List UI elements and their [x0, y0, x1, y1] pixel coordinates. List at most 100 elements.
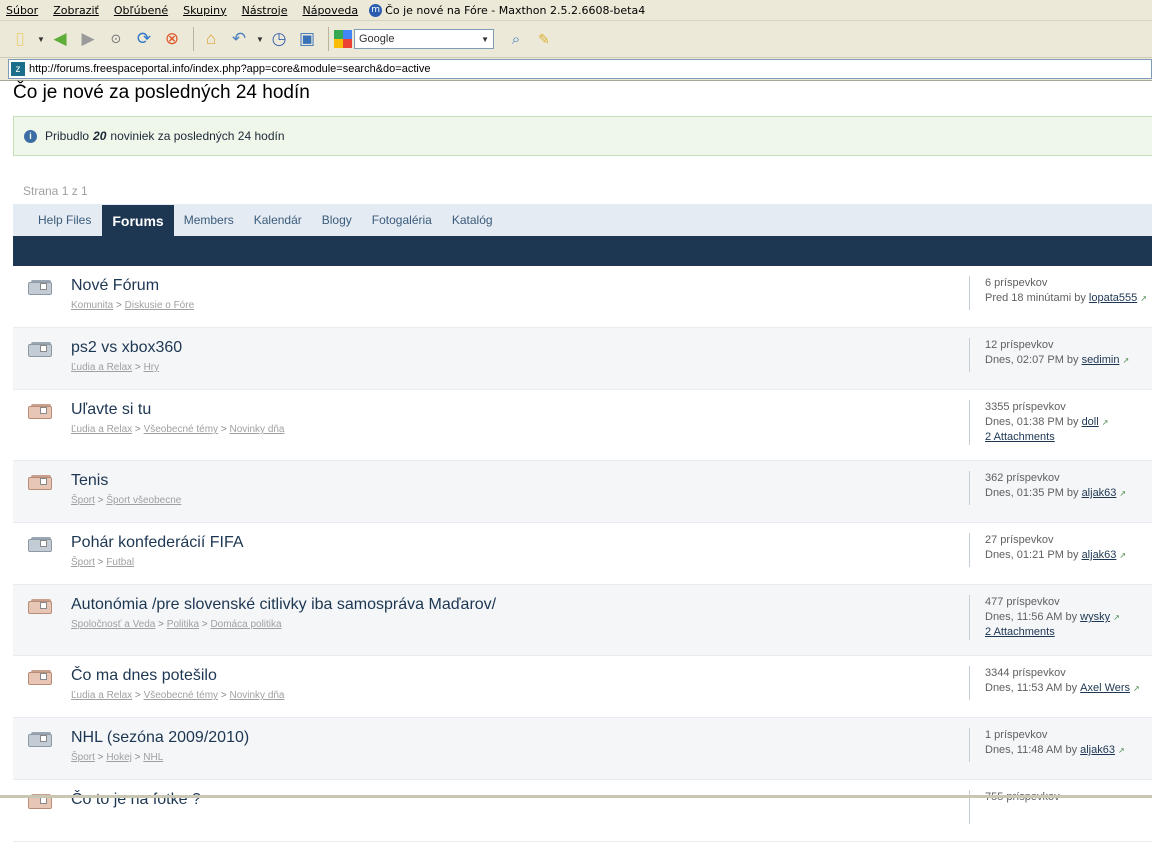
breadcrumb-link[interactable]: Novinky dňa [229, 424, 284, 435]
menu-view[interactable]: Zobraziť [53, 4, 99, 17]
post-count: 477 príspevkov [985, 596, 1060, 608]
window-title-text: Čo je nové na Fóre - Maxthon 2.5.2.6608-… [385, 3, 646, 17]
back-icon[interactable]: ◀ [48, 27, 72, 51]
menu-favorites[interactable]: Obľúbené [114, 4, 168, 17]
history-dropdown-icon[interactable]: ⊙ [104, 27, 128, 51]
last-post: Dnes, 01:38 PM by doll ↗ [985, 415, 1108, 430]
hot-topic-icon [28, 404, 52, 419]
breadcrumb-link[interactable]: Politika [167, 619, 199, 630]
highlight-icon[interactable]: ✎ [532, 27, 556, 51]
info-suffix: noviniek za posledných 24 hodín [110, 129, 285, 143]
topic-stats: 12 príspevkov Dnes, 02:07 PM by sedimin ↗ [969, 338, 1129, 372]
last-post: Dnes, 02:07 PM by sedimin ↗ [985, 353, 1129, 368]
address-input[interactable]: z http://forums.freespaceportal.info/ind… [8, 59, 1152, 79]
breadcrumb-link[interactable]: Spoločnosť a Veda [71, 619, 155, 630]
profile-popup-icon[interactable]: ↗ [1140, 294, 1147, 303]
breadcrumb-link[interactable]: Všeobecné témy [144, 424, 219, 435]
last-poster-link[interactable]: aljak63 [1082, 487, 1117, 499]
refresh-icon[interactable]: ⟳ [132, 27, 156, 51]
new-tab-icon[interactable]: ▯ [8, 27, 32, 51]
menu-bar: Súbor Zobraziť Obľúbené Skupiny Nástroje… [0, 0, 1152, 21]
tab-catalog[interactable]: Katalóg [442, 213, 503, 236]
attachments-link[interactable]: 2 Attachments [985, 625, 1120, 640]
forward-icon[interactable]: ▶ [76, 27, 100, 51]
topic-title-link[interactable]: Nové Fórum [71, 277, 159, 295]
menu-tools[interactable]: Nástroje [242, 4, 288, 17]
last-poster-link[interactable]: aljak63 [1082, 549, 1117, 561]
topic-stats: 27 príspevkov Dnes, 01:21 PM by aljak63 ↗ [969, 533, 1126, 567]
tab-members[interactable]: Members [174, 213, 244, 236]
google-logo-icon[interactable] [334, 30, 352, 48]
new-tab-dropdown-icon[interactable]: ▼ [36, 27, 46, 51]
breadcrumb-link[interactable]: Ľudia a Relax [71, 362, 132, 373]
search-icon[interactable]: ⌕ [504, 27, 528, 51]
tab-forums[interactable]: Forums [102, 205, 174, 236]
breadcrumb-link[interactable]: NHL [143, 752, 163, 763]
tab-calendar[interactable]: Kalendár [244, 213, 312, 236]
last-poster-link[interactable]: Axel Wers [1080, 682, 1130, 694]
topic-title-link[interactable]: Čo ma dnes potešilo [71, 667, 217, 685]
profile-popup-icon[interactable]: ↗ [1133, 684, 1140, 693]
topic-icon [28, 537, 52, 552]
breadcrumb-link[interactable]: Všeobecné témy [144, 690, 219, 701]
breadcrumb-link[interactable]: Ľudia a Relax [71, 690, 132, 701]
topic-breadcrumb: Šport > Šport všeobecne [71, 495, 182, 506]
menu-help[interactable]: Nápoveda [302, 4, 358, 17]
screen-capture-icon[interactable]: ▣ [295, 27, 319, 51]
topic-row: Pohár konfederácií FIFA Šport > Futbal 27 … [13, 523, 1152, 585]
topic-stats: 1 príspevkov Dnes, 11:48 AM by aljak63 ↗ [969, 728, 1125, 762]
topic-title-link[interactable]: Autonómia /pre slovenské citlivky iba sa… [71, 596, 496, 614]
topic-title-link[interactable]: Čo to je na fotke ? [71, 791, 201, 809]
menu-file[interactable]: Súbor [6, 4, 38, 17]
post-count: 3355 príspevkov [985, 401, 1066, 413]
menu-groups[interactable]: Skupiny [183, 4, 227, 17]
last-post: Dnes, 01:21 PM by aljak63 ↗ [985, 548, 1126, 563]
topic-list: Nové Fórum Komunita > Diskusie o Fóre 6 pr… [13, 266, 1152, 842]
topic-title-link[interactable]: NHL (sezóna 2009/2010) [71, 729, 249, 747]
last-poster-link[interactable]: aljak63 [1080, 744, 1115, 756]
breadcrumb-link[interactable]: Hry [144, 362, 160, 373]
maxthon-logo-icon: m [369, 3, 383, 17]
last-poster-link[interactable]: sedimin [1082, 354, 1120, 366]
last-poster-link[interactable]: lopata555 [1089, 292, 1137, 304]
profile-popup-icon[interactable]: ↗ [1119, 489, 1126, 498]
profile-popup-icon[interactable]: ↗ [1102, 418, 1109, 427]
breadcrumb-link[interactable]: Ľudia a Relax [71, 424, 132, 435]
profile-popup-icon[interactable]: ↗ [1113, 613, 1120, 622]
breadcrumb-link[interactable]: Domáca politika [210, 619, 281, 630]
breadcrumb-link[interactable]: Diskusie o Fóre [125, 300, 194, 311]
topic-stats: 6 príspevkov Pred 18 minútami by lopata555… [969, 276, 1147, 310]
attachments-link[interactable]: 2 Attachments [985, 430, 1108, 445]
breadcrumb-link[interactable]: Novinky dňa [229, 690, 284, 701]
undo-close-icon[interactable]: ↶ [227, 27, 251, 51]
breadcrumb-link[interactable]: Šport [71, 752, 95, 763]
topic-title-link[interactable]: Pohár konfederácií FIFA [71, 534, 244, 552]
profile-popup-icon[interactable]: ↗ [1118, 746, 1125, 755]
breadcrumb-link[interactable]: Šport [71, 557, 95, 568]
tab-help-files[interactable]: Help Files [13, 213, 101, 236]
breadcrumb-link[interactable]: Hokej [106, 752, 132, 763]
home-icon[interactable]: ⌂ [199, 27, 223, 51]
breadcrumb-link[interactable]: Komunita [71, 300, 113, 311]
undo-dropdown-icon[interactable]: ▼ [255, 27, 265, 51]
topic-title-link[interactable]: Uľavte si tu [71, 401, 151, 419]
last-post-time: Dnes, 11:53 AM by [985, 682, 1078, 694]
breadcrumb-link[interactable]: Futbal [106, 557, 134, 568]
breadcrumb-link[interactable]: Šport všeobecne [106, 495, 181, 506]
profile-popup-icon[interactable]: ↗ [1119, 551, 1126, 560]
search-engine-select[interactable]: Google ▼ [354, 29, 494, 49]
topic-icon [28, 342, 52, 357]
profile-popup-icon[interactable]: ↗ [1122, 356, 1129, 365]
topic-row: NHL (sezóna 2009/2010) Šport > Hokej > NH… [13, 718, 1152, 780]
topic-row: Nové Fórum Komunita > Diskusie o Fóre 6 pr… [13, 266, 1152, 328]
stop-icon[interactable]: ⊗ [160, 27, 184, 51]
last-poster-link[interactable]: wysky [1080, 611, 1110, 623]
last-poster-link[interactable]: doll [1082, 416, 1099, 428]
breadcrumb-link[interactable]: Šport [71, 495, 95, 506]
tab-blogs[interactable]: Blogy [312, 213, 362, 236]
topic-title-link[interactable]: Tenis [71, 472, 108, 490]
clock-icon[interactable]: ◷ [267, 27, 291, 51]
topic-breadcrumb: Ľudia a Relax > Hry [71, 362, 160, 373]
tab-gallery[interactable]: Fotogaléria [362, 213, 442, 236]
topic-title-link[interactable]: ps2 vs xbox360 [71, 339, 182, 357]
